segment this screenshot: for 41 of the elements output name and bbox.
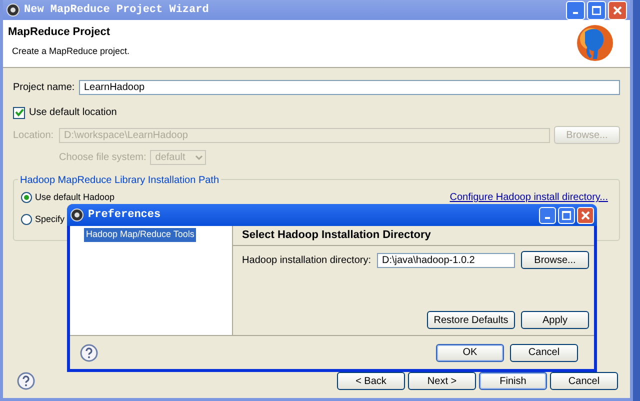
page-button[interactable]: Restore Defaults <box>427 311 515 329</box>
close-button[interactable] <box>608 0 627 20</box>
close-button[interactable] <box>577 206 594 224</box>
tree-item[interactable]: Hadoop Map/Reduce Tools <box>84 228 196 242</box>
help-icon[interactable] <box>80 344 98 362</box>
radio-button[interactable] <box>21 214 32 226</box>
checkbox-label: Use default location <box>29 106 117 120</box>
hadoop-directory-field[interactable]: D:\java\hadoop-1.0.2 <box>377 252 515 268</box>
page-description: Create a MapReduce project. <box>11 44 131 58</box>
maximize-button[interactable] <box>558 206 575 224</box>
minimize-button[interactable] <box>539 206 556 224</box>
maximize-button[interactable] <box>587 0 606 20</box>
window-title: Preferences <box>88 208 162 223</box>
radio-button[interactable] <box>21 192 32 203</box>
wizard-button[interactable]: Next > <box>408 372 476 390</box>
close-icon <box>581 210 590 220</box>
window-title: New MapReduce Project Wizard <box>24 2 210 18</box>
field-label: Location: <box>13 128 55 142</box>
checkbox[interactable] <box>13 106 25 118</box>
wizard-button[interactable]: Finish <box>479 372 547 390</box>
close-icon <box>613 6 622 14</box>
radio-label: Use default Hadoop <box>35 190 115 204</box>
maximize-icon <box>592 6 601 14</box>
field-label: Choose file system: <box>59 151 146 165</box>
page-button[interactable]: Apply <box>521 311 589 329</box>
project-name-field[interactable]: LearnHadoop <box>79 80 620 95</box>
page-title: Select Hadoop Installation Directory <box>242 228 431 244</box>
wizard-button[interactable]: Cancel <box>550 372 618 390</box>
radio-label: Specify <box>35 213 65 226</box>
dialog-button[interactable]: OK <box>436 344 504 362</box>
help-icon[interactable] <box>17 372 35 390</box>
wizard-button[interactable]: < Back <box>337 372 405 390</box>
group-title: Hadoop MapReduce Library Installation Path <box>18 173 222 188</box>
page-title: MapReduce Project <box>8 25 112 40</box>
field-label: Hadoop installation directory: <box>242 254 371 268</box>
dialog-button[interactable]: Cancel <box>510 344 578 362</box>
minimize-button[interactable] <box>566 0 585 20</box>
maximize-icon <box>562 210 571 220</box>
configure-link[interactable]: Configure Hadoop install directory... <box>450 190 608 205</box>
browse-button[interactable]: Browse... <box>521 251 589 269</box>
field-label: Project name: <box>13 81 75 95</box>
